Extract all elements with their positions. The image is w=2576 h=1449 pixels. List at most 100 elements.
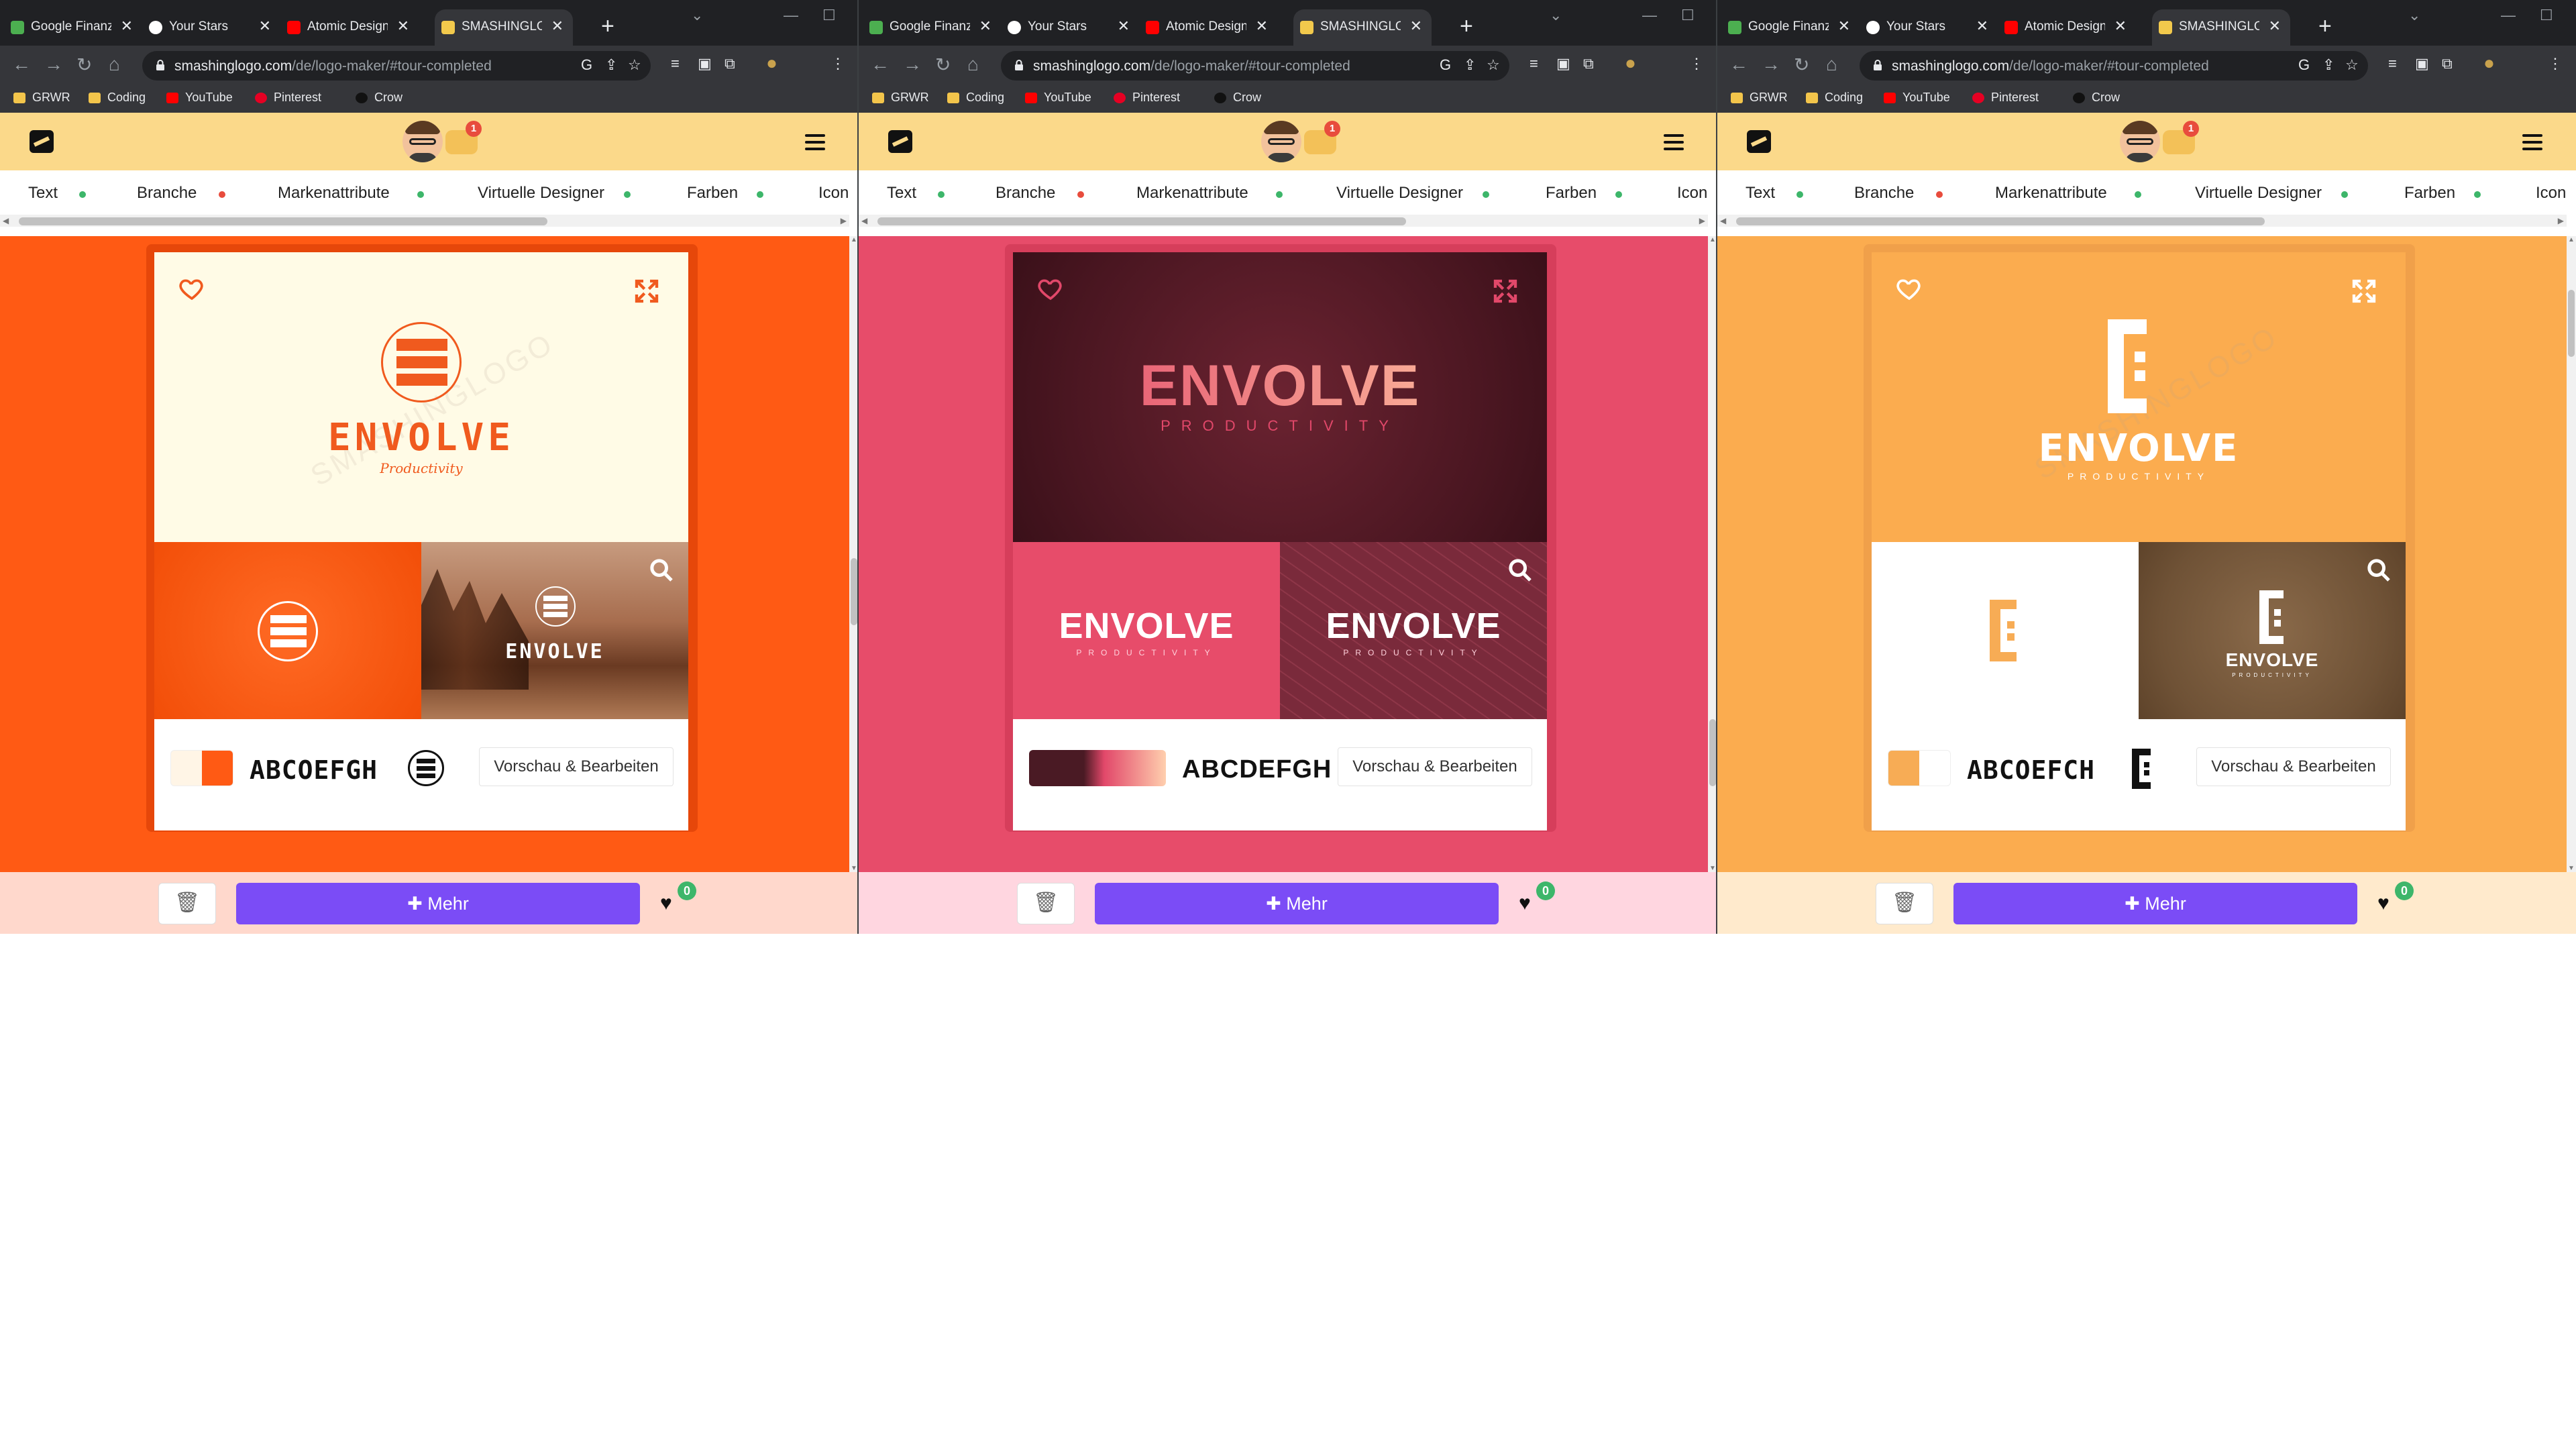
hamburger-menu-icon[interactable] [805, 134, 825, 150]
reload-icon[interactable]: ↻ [76, 54, 92, 76]
forward-arrow-icon[interactable]: → [1762, 54, 1780, 75]
reading-list-icon[interactable]: ≡ [1529, 55, 1538, 72]
chevron-down-icon[interactable]: ⌄ [1550, 7, 1562, 24]
close-icon[interactable]: ✕ [1118, 17, 1130, 35]
filter-tab[interactable]: Markenattribute [1995, 184, 2107, 203]
preview-edit-button[interactable]: Vorschau & Bearbeiten [2196, 747, 2391, 786]
more-menu-icon[interactable]: ⋮ [830, 55, 845, 72]
filter-tab[interactable]: Text [28, 184, 58, 203]
site-logo-icon[interactable] [30, 130, 54, 153]
logo-card[interactable]: SMASHINGLOGO ENVOLVE Productivity ENVOLVE AB… [154, 252, 688, 830]
filter-tab[interactable]: Virtuelle Designer [1336, 184, 1463, 203]
lock-icon[interactable] [1873, 59, 1882, 70]
designer-avatar[interactable] [402, 121, 443, 162]
minimize-icon[interactable]: — [784, 7, 798, 24]
bookmark-item[interactable]: Pinterest [1972, 91, 2039, 105]
new-tab-button[interactable]: + [2318, 13, 2332, 40]
reading-list-icon[interactable]: ≡ [2388, 55, 2397, 72]
trash-delete-button[interactable]: 🗑 [1017, 883, 1075, 924]
browser-tab[interactable]: Your Stars ✕ [142, 9, 280, 46]
bookmark-item[interactable]: YouTube [1025, 91, 1091, 105]
lock-icon[interactable] [156, 59, 165, 70]
filter-tab[interactable]: Icon [2536, 184, 2566, 203]
more-menu-icon[interactable]: ⋮ [2548, 55, 2563, 72]
filter-tab[interactable]: Farben [1546, 184, 1597, 203]
minimize-icon[interactable]: — [1642, 7, 1657, 24]
browser-tab[interactable]: Atomic Design ✕ [1139, 9, 1277, 46]
heart-favorite-icon[interactable] [178, 275, 205, 302]
favorites-heart-icon[interactable]: ♥ [660, 892, 672, 915]
chevron-down-icon[interactable]: ⌄ [691, 7, 703, 24]
bookmark-item[interactable]: GRWR [872, 91, 929, 105]
bookmark-item[interactable]: Pinterest [1114, 91, 1180, 105]
expand-fullscreen-icon[interactable] [633, 278, 660, 305]
horizontal-scrollbar[interactable]: ◀ ▶ [859, 215, 1708, 227]
home-icon[interactable]: ⌂ [1826, 54, 1837, 75]
close-icon[interactable]: ✕ [551, 17, 564, 35]
bookmark-item[interactable]: Crow [356, 91, 402, 105]
close-icon[interactable]: ✕ [1256, 17, 1268, 35]
close-icon[interactable]: ✕ [121, 17, 133, 35]
logo-main-preview[interactable]: ENVOLVE PRODUCTIVITY [1013, 252, 1547, 542]
more-logos-button[interactable]: ✚ Mehr [1953, 883, 2357, 924]
google-icon[interactable]: G [1440, 56, 1451, 74]
sidebar-icon[interactable]: ▣ [1556, 55, 1570, 72]
bookmark-item[interactable]: Coding [1806, 91, 1863, 105]
minimize-icon[interactable]: — [2501, 7, 2516, 24]
more-logos-button[interactable]: ✚ Mehr [236, 883, 640, 924]
bookmark-item[interactable]: Crow [1214, 91, 1261, 105]
close-icon[interactable]: ✕ [1410, 17, 1422, 35]
logo-mockup-preview[interactable]: ENVOLVE PRODUCTIVITY [1013, 542, 1280, 719]
bookmark-item[interactable]: YouTube [166, 91, 233, 105]
browser-tab[interactable]: Your Stars ✕ [1001, 9, 1139, 46]
filter-tab[interactable]: Farben [687, 184, 738, 203]
favorites-heart-icon[interactable]: ♥ [1519, 892, 1531, 915]
logo-card[interactable]: SMASHINGLOGO ENVOLVE PRODUCTIVITY ENVOLVE PR… [1872, 252, 2406, 830]
trash-delete-button[interactable]: 🗑 [1876, 883, 1933, 924]
expand-fullscreen-icon[interactable] [1492, 278, 1519, 305]
zoom-search-icon[interactable] [1507, 557, 1534, 584]
profile-avatar-icon[interactable]: ● [1625, 52, 1636, 74]
forward-arrow-icon[interactable]: → [44, 54, 63, 75]
logo-main-preview[interactable]: SMASHINGLOGO ENVOLVE Productivity [154, 252, 688, 542]
close-icon[interactable]: ✕ [979, 17, 991, 35]
home-icon[interactable]: ⌂ [967, 54, 979, 75]
bookmark-item[interactable]: Crow [2073, 91, 2120, 105]
browser-tab[interactable]: Atomic Design ✕ [280, 9, 419, 46]
close-icon[interactable]: ✕ [259, 17, 271, 35]
star-icon[interactable]: ☆ [1487, 56, 1500, 74]
logo-card[interactable]: ENVOLVE PRODUCTIVITY ENVOLVE PRODUCTIVITY EN… [1013, 252, 1547, 830]
reload-icon[interactable]: ↻ [1794, 54, 1809, 76]
close-icon[interactable]: ✕ [397, 17, 409, 35]
profile-avatar-icon[interactable]: ● [2483, 52, 2495, 74]
bookmark-item[interactable]: Pinterest [255, 91, 321, 105]
filter-tab[interactable]: Branche [996, 184, 1055, 203]
filter-tab[interactable]: Icon [818, 184, 849, 203]
browser-tab[interactable]: SMASHINGLOGO ✕ [2152, 9, 2290, 46]
filter-tab[interactable]: Text [887, 184, 916, 203]
back-arrow-icon[interactable]: ← [1729, 54, 1748, 75]
profile-avatar-icon[interactable]: ● [766, 52, 777, 74]
designer-avatar[interactable] [1261, 121, 1301, 162]
extension-icon[interactable]: ⧉ [724, 55, 735, 72]
favorites-heart-icon[interactable]: ♥ [2377, 892, 2390, 915]
browser-tab[interactable]: SMASHINGLOGO ✕ [435, 9, 573, 46]
bookmark-item[interactable]: Coding [89, 91, 146, 105]
close-icon[interactable]: ✕ [1838, 17, 1850, 35]
extension-icon[interactable]: ⧉ [1583, 55, 1594, 72]
heart-favorite-icon[interactable] [1896, 275, 1923, 302]
more-logos-button[interactable]: ✚ Mehr [1095, 883, 1499, 924]
filter-tab[interactable]: Branche [1854, 184, 1914, 203]
close-icon[interactable]: ✕ [2114, 17, 2127, 35]
logo-mockup-preview[interactable] [154, 542, 421, 719]
address-bar[interactable]: smashinglogo.com/de/logo-maker/#tour-com… [1001, 51, 1509, 80]
filter-tab[interactable]: Virtuelle Designer [478, 184, 604, 203]
horizontal-scrollbar[interactable]: ◀ ▶ [0, 215, 849, 227]
site-logo-icon[interactable] [1747, 130, 1771, 153]
share-icon[interactable]: ⇪ [1464, 56, 1476, 74]
expand-fullscreen-icon[interactable] [2351, 278, 2377, 305]
close-icon[interactable]: ✕ [1976, 17, 1988, 35]
share-icon[interactable]: ⇪ [605, 56, 617, 74]
address-bar[interactable]: smashinglogo.com/de/logo-maker/#tour-com… [142, 51, 651, 80]
address-bar[interactable]: smashinglogo.com/de/logo-maker/#tour-com… [1860, 51, 2368, 80]
